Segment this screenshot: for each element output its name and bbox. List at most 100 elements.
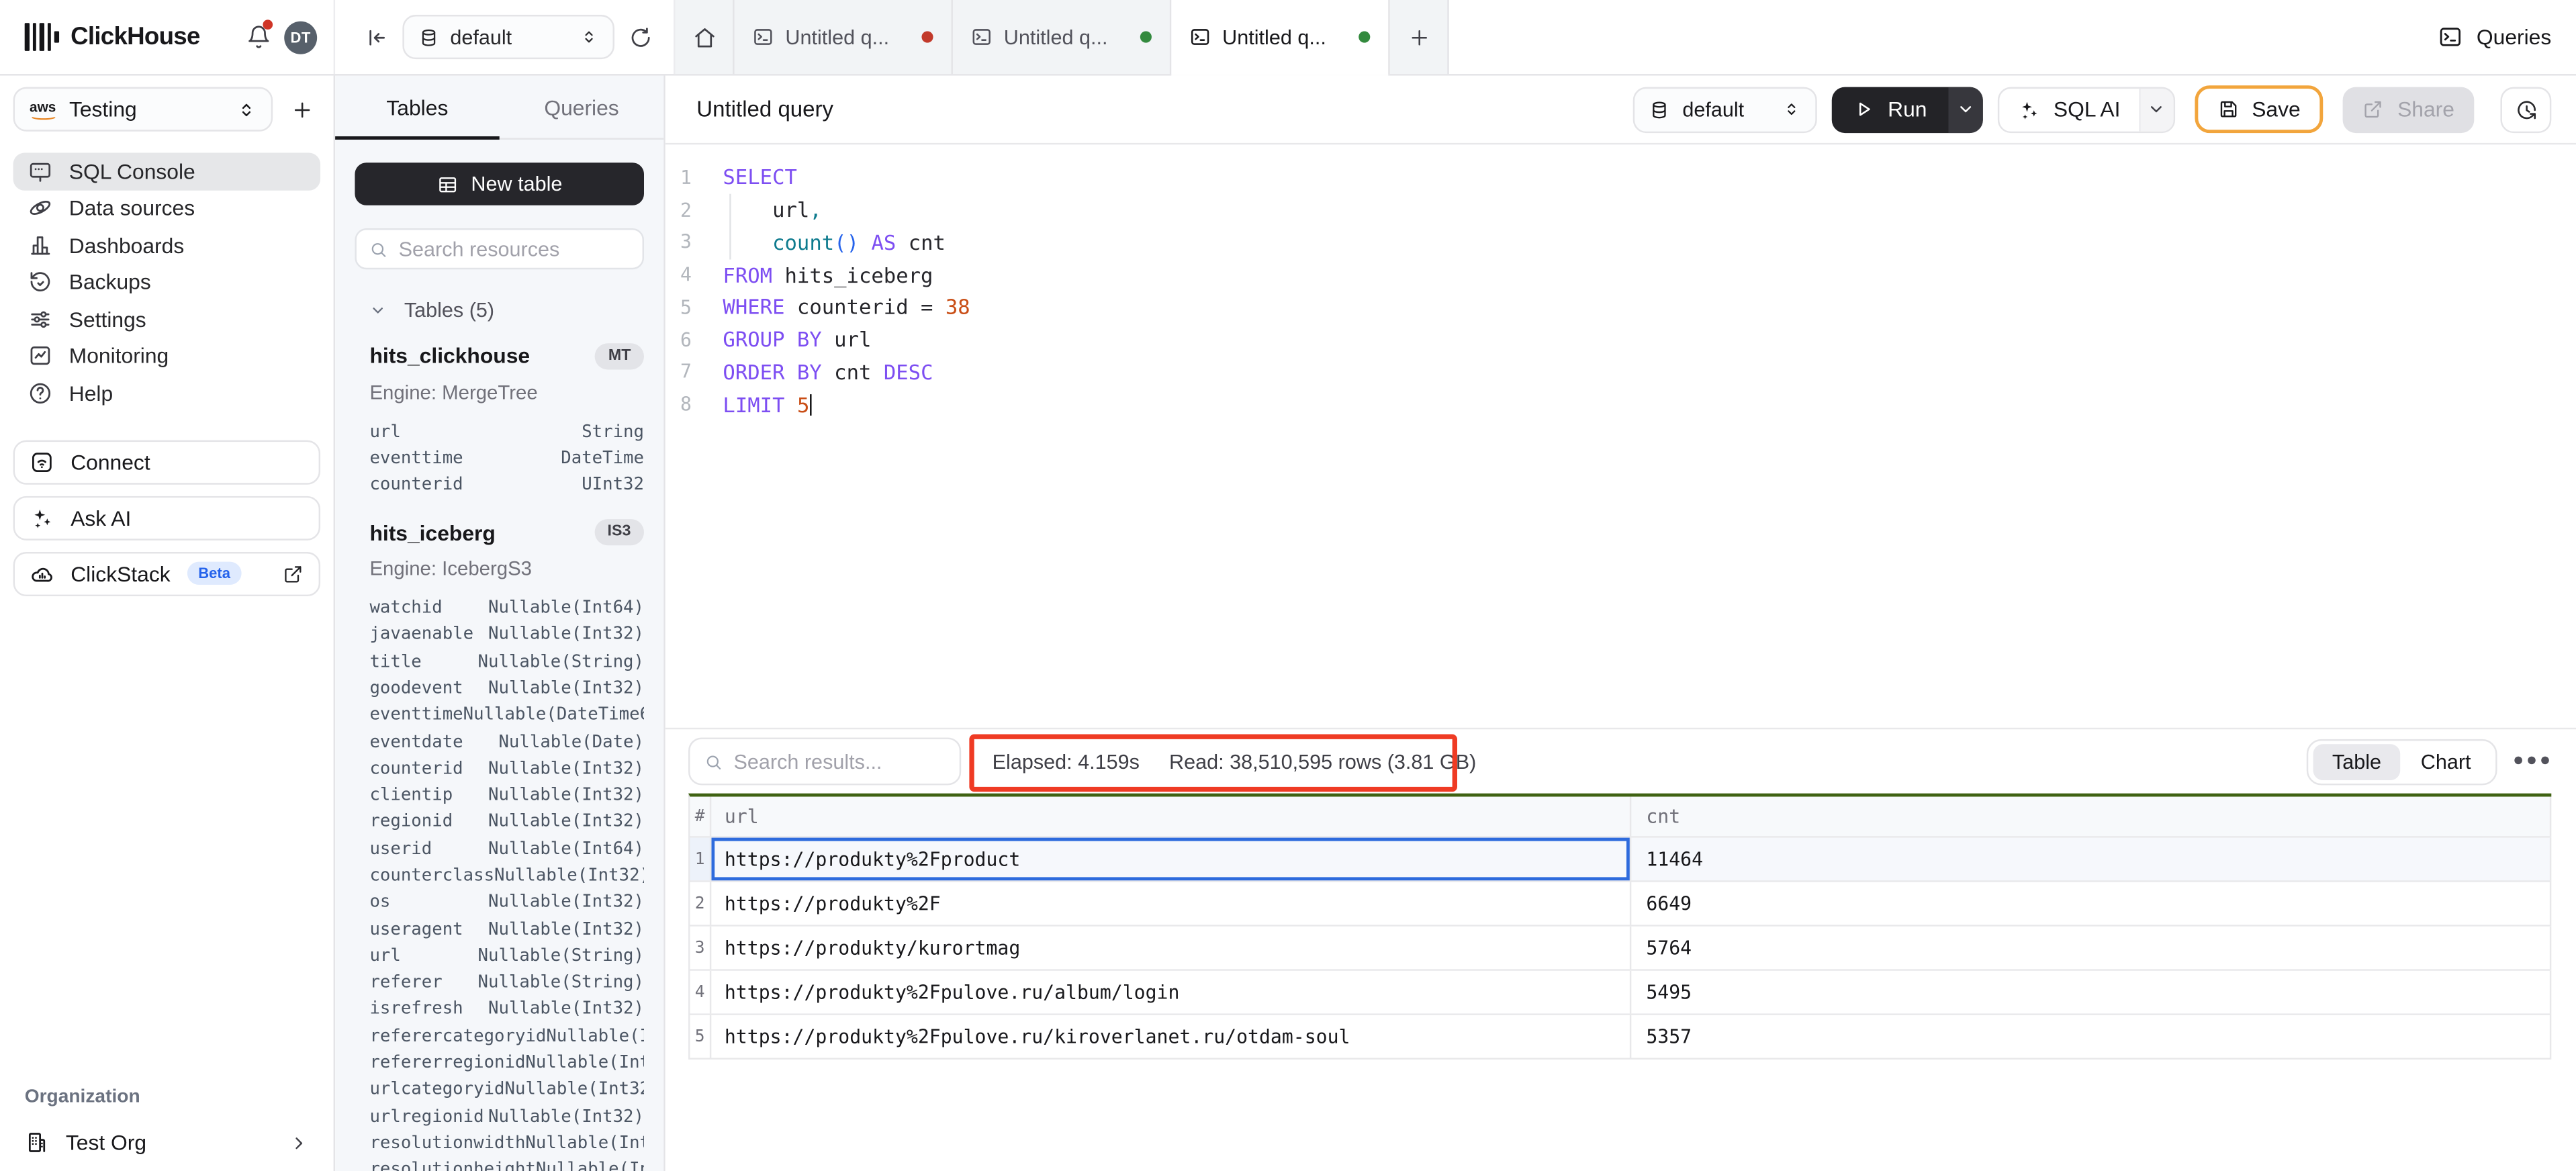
table-row[interactable]: 3https://produkty/kurortmag5764 [690, 927, 2552, 971]
schema-column-row[interactable]: counteridNullable(Int32) [369, 755, 644, 782]
schema-column-row[interactable]: titleNullable(String) [369, 648, 644, 675]
schema-column-type: Nullable(Int [525, 1053, 644, 1072]
schema-column-row[interactable]: referercategoryidNullable(I [369, 1023, 644, 1049]
database-selector-editor[interactable]: default [1633, 86, 1817, 132]
tab-untitled-query-3-active[interactable]: Untitled q... [1171, 0, 1389, 74]
sidebar-item-data-sources[interactable]: Data sources [13, 190, 320, 227]
schema-column-row[interactable]: resolutionheightNullable(In [369, 1157, 644, 1171]
schema-column-row[interactable]: counteridUInt32 [369, 471, 644, 498]
results-search[interactable] [688, 737, 961, 785]
schema-column-type: Nullable(Int [525, 1133, 644, 1153]
tab-untitled-query-2[interactable]: Untitled q... [953, 0, 1171, 74]
tab-tables[interactable]: Tables [335, 76, 500, 138]
schema-column-row[interactable]: eventtimeDateTime [369, 444, 644, 471]
table-row[interactable]: 4https://produkty%2Fpulove.ru/album/logi… [690, 971, 2552, 1015]
cnt-cell[interactable]: 5357 [1631, 1015, 2551, 1058]
tab-untitled-query-1[interactable]: Untitled q... [735, 0, 953, 74]
table-row[interactable]: 1https://produkty%2Fproduct11464 [690, 838, 2552, 882]
cnt-cell[interactable]: 5764 [1631, 927, 2551, 970]
schema-column-row[interactable]: urlString [369, 418, 644, 445]
schema-column-row[interactable]: useridNullable(Int64) [369, 835, 644, 862]
database-selector-top[interactable]: default [402, 15, 614, 59]
url-cell[interactable]: https://produkty/kurortmag [711, 927, 1631, 970]
resources-search-input[interactable] [399, 238, 629, 261]
schema-column-row[interactable]: refererNullable(String) [369, 970, 644, 996]
clickstack-button[interactable]: ClickStack Beta [13, 551, 320, 596]
plus-icon [291, 98, 314, 121]
url-cell[interactable]: https://produkty%2F [711, 882, 1631, 925]
sidebar-item-dashboards[interactable]: Dashboards [13, 227, 320, 264]
url-cell[interactable]: https://produkty%2Fproduct [711, 838, 1631, 881]
tables-section-header[interactable]: Tables (5) [355, 299, 644, 322]
sidebar-item-monitoring[interactable]: Monitoring [13, 338, 320, 375]
column-header-cnt[interactable]: cnt [1631, 797, 2551, 837]
table-columns-list: watchidNullable(Int64)javaenableNullable… [369, 594, 644, 1171]
url-cell[interactable]: https://produkty%2Fpulove.ru/album/login [711, 971, 1631, 1014]
table-row[interactable]: 2https://produkty%2F6649 [690, 882, 2552, 927]
schema-column-row[interactable]: regionidNullable(Int32) [369, 808, 644, 835]
cnt-cell[interactable]: 11464 [1631, 838, 2551, 881]
new-table-button[interactable]: New table [355, 162, 644, 205]
table-entry-header[interactable]: hits_iceberg IS3 [369, 520, 644, 545]
avatar[interactable]: DT [284, 21, 317, 54]
organization-row[interactable]: Test Org [25, 1130, 309, 1155]
add-service-button[interactable] [284, 91, 320, 128]
schema-column-row[interactable]: refererregionidNullable(Int [369, 1049, 644, 1076]
refresh-button[interactable] [629, 26, 652, 48]
results-search-input[interactable] [733, 750, 944, 773]
sidebar-item-backups[interactable]: Backups [13, 264, 320, 301]
notifications-button[interactable] [243, 22, 273, 52]
schema-column-row[interactable]: javaenableNullable(Int32) [369, 621, 644, 648]
column-header-index[interactable]: # [690, 797, 712, 837]
query-history-button[interactable] [2500, 86, 2551, 132]
schema-column-row[interactable]: eventtimeNullable(DateTime6 [369, 702, 644, 729]
cnt-cell[interactable]: 6649 [1631, 882, 2551, 925]
collapse-tabs-button[interactable] [365, 26, 387, 48]
schema-column-row[interactable]: urlregionidNullable(Int32) [369, 1103, 644, 1130]
schema-column-row[interactable]: useragentNullable(Int32) [369, 916, 644, 943]
resources-search[interactable] [355, 228, 644, 269]
url-cell[interactable]: https://produkty%2Fpulove.ru/kiroverlane… [711, 1015, 1631, 1058]
queries-button[interactable]: Queries [2439, 25, 2552, 50]
run-button[interactable]: Run [1832, 86, 1948, 132]
table-columns-list: urlStringeventtimeDateTimecounteridUInt3… [369, 418, 644, 499]
schema-column-name: goodevent [369, 678, 463, 698]
schema-column-row[interactable]: counterclassNullable(Int32) [369, 862, 644, 889]
sidebar-item-settings[interactable]: Settings [13, 301, 320, 338]
workspace-selector[interactable]: aws Testing [13, 87, 273, 132]
connect-button[interactable]: Connect [13, 439, 320, 483]
schema-column-row[interactable]: osNullable(Int32) [369, 889, 644, 916]
schema-column-row[interactable]: eventdateNullable(Date) [369, 729, 644, 755]
sidebar-item-help[interactable]: Help [13, 375, 320, 412]
monitoring-icon [28, 344, 53, 369]
column-header-url[interactable]: url [711, 797, 1631, 837]
sidebar-nav: SQL Console Data sources Dashboards Back… [13, 153, 320, 412]
toggle-chart-view[interactable]: Chart [2401, 743, 2491, 780]
share-button[interactable]: Share [2343, 86, 2474, 132]
schema-column-row[interactable]: goodeventNullable(Int32) [369, 675, 644, 702]
home-tab[interactable] [675, 0, 734, 74]
toggle-table-view[interactable]: Table [2313, 743, 2401, 780]
schema-column-row[interactable]: urlcategoryidNullable(Int32 [369, 1076, 644, 1103]
new-tab-button[interactable] [1390, 0, 1449, 74]
query-title[interactable]: Untitled query [696, 97, 833, 122]
sql-ai-options-button[interactable] [2138, 88, 2172, 131]
schema-column-row[interactable]: clientipNullable(Int32) [369, 782, 644, 808]
sidebar-item-sql-console[interactable]: SQL Console [13, 153, 320, 190]
more-options-icon[interactable]: ●●● [2513, 752, 2553, 770]
sql-editor[interactable]: 1SELECT2 url,3 count() AS cnt4FROM hits_… [665, 144, 2576, 727]
schema-column-row[interactable]: isrefreshNullable(Int32) [369, 996, 644, 1023]
schema-column-row[interactable]: watchidNullable(Int64) [369, 594, 644, 621]
schema-column-row[interactable]: resolutionwidthNullable(Int [369, 1130, 644, 1157]
schema-column-type: Nullable(Int32) [488, 892, 644, 912]
tab-queries[interactable]: Queries [500, 76, 664, 138]
run-options-button[interactable] [1948, 86, 1982, 132]
sql-ai-button[interactable]: SQL AI [1999, 88, 2138, 131]
ask-ai-button[interactable]: Ask AI [13, 496, 320, 540]
table-row[interactable]: 5https://produkty%2Fpulove.ru/kiroverlan… [690, 1015, 2552, 1060]
table-entry-header[interactable]: hits_clickhouse MT [369, 343, 644, 369]
save-button[interactable]: Save [2195, 85, 2324, 133]
schema-column-row[interactable]: urlNullable(String) [369, 943, 644, 970]
schema-column-type: Nullable(String) [478, 973, 644, 992]
cnt-cell[interactable]: 5495 [1631, 971, 2551, 1014]
